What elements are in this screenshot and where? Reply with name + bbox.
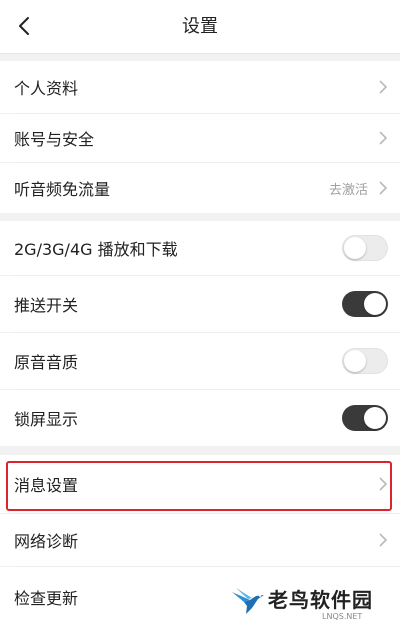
settings-row-original-quality: 原音音质 (0, 333, 400, 389)
highlight-box (6, 461, 392, 511)
toggle-knob (364, 293, 386, 315)
lockscreen-toggle[interactable] (342, 405, 388, 431)
row-label: 账号与安全 (14, 130, 95, 149)
activate-link[interactable]: 去激活 (329, 163, 368, 213)
settings-row-lockscreen: 锁屏显示 (0, 390, 400, 446)
settings-row-mobile-data-playback: 2G/3G/4G 播放和下载 (0, 221, 400, 275)
row-label: 推送开关 (14, 296, 79, 315)
watermark-subtext: LNQS.NET (322, 612, 363, 621)
row-label: 听音频免流量 (14, 180, 111, 199)
row-label: 原音音质 (14, 353, 79, 372)
chevron-right-icon (379, 131, 388, 145)
mobile-data-toggle[interactable] (342, 235, 388, 261)
bird-logo-icon (232, 588, 264, 614)
push-toggle[interactable] (342, 291, 388, 317)
settings-row-push: 推送开关 (0, 276, 400, 332)
row-label: 网络诊断 (14, 532, 79, 551)
watermark: 老鸟软件园 LNQS.NET (226, 578, 400, 627)
row-label: 锁屏显示 (14, 410, 79, 429)
row-label: 2G/3G/4G 播放和下载 (14, 240, 178, 259)
original-quality-toggle[interactable] (342, 348, 388, 374)
toggle-knob (344, 350, 366, 372)
settings-row-free-data[interactable]: 听音频免流量 去激活 (0, 163, 400, 213)
row-label: 检查更新 (14, 589, 79, 608)
row-label: 个人资料 (14, 79, 79, 98)
settings-row-account-security[interactable]: 账号与安全 (0, 114, 400, 162)
chevron-right-icon (379, 80, 388, 94)
toggle-knob (364, 407, 386, 429)
toggle-knob (344, 237, 366, 259)
chevron-right-icon (379, 533, 388, 547)
page-title: 设置 (182, 16, 218, 37)
watermark-text: 老鸟软件园 (268, 588, 373, 612)
top-bar: 设置 (0, 0, 400, 54)
settings-row-profile[interactable]: 个人资料 (0, 61, 400, 113)
chevron-right-icon (379, 181, 388, 195)
settings-row-network-diagnosis[interactable]: 网络诊断 (0, 514, 400, 566)
